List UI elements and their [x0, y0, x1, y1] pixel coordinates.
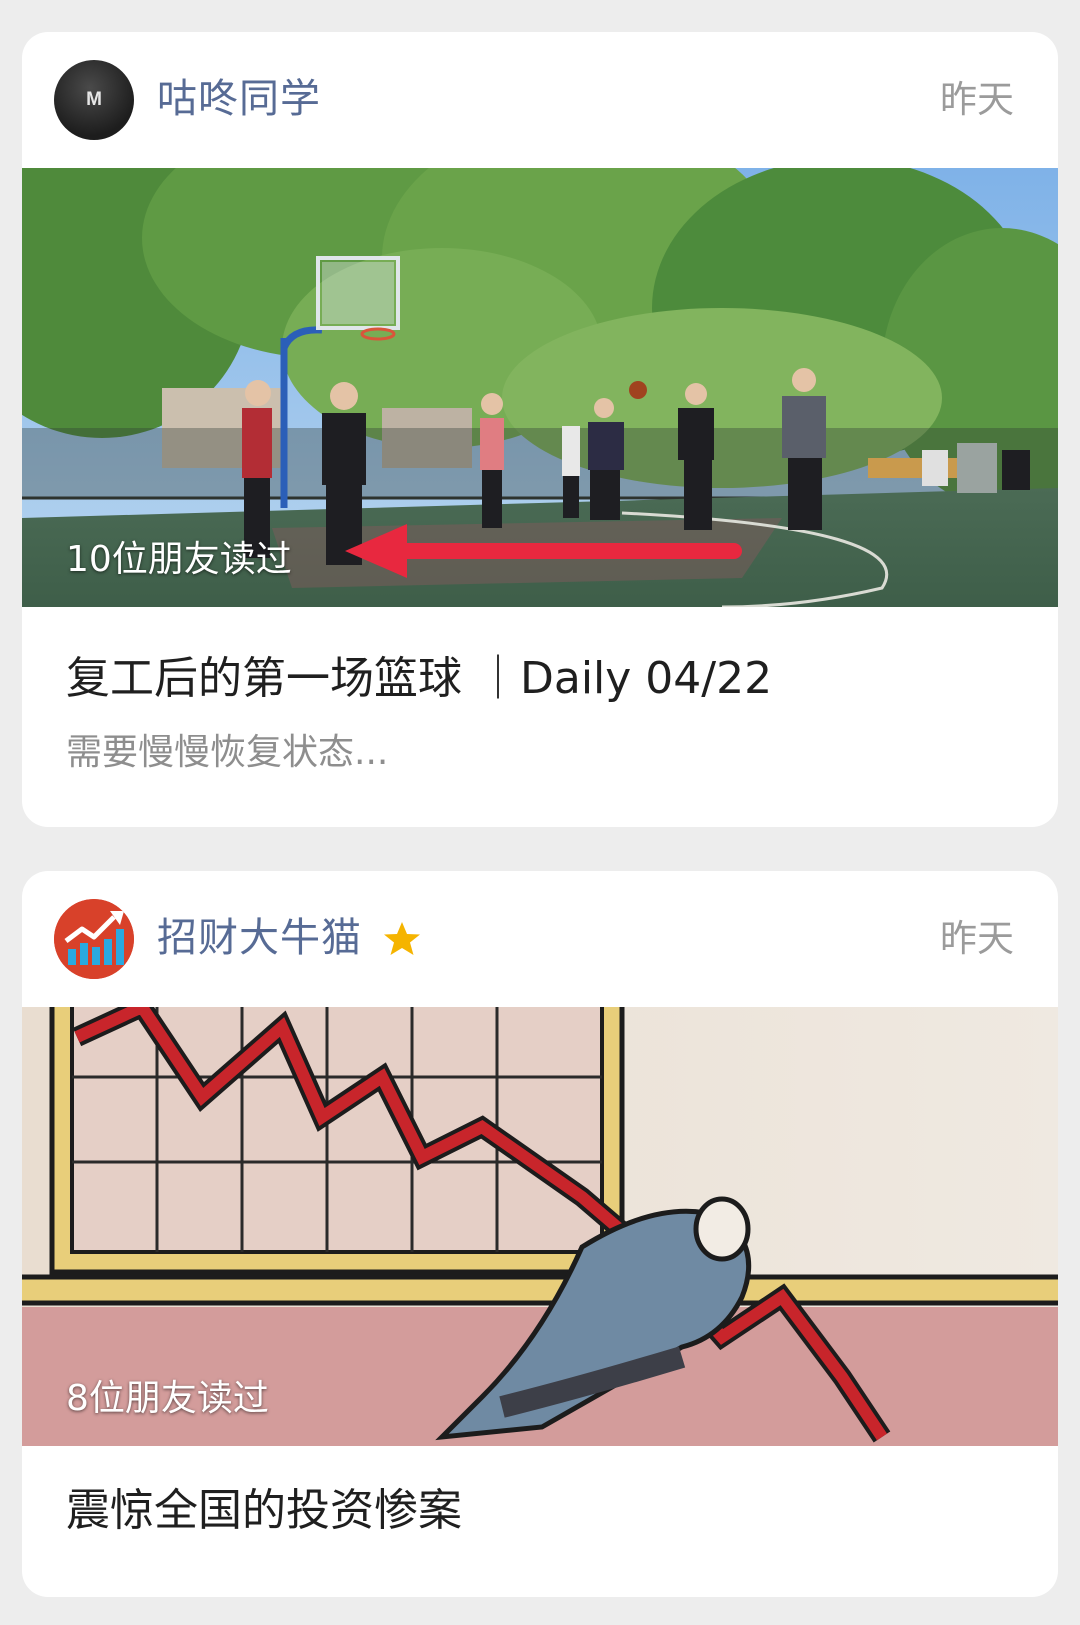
article-title[interactable]: 震惊全国的投资惨案 [66, 1481, 462, 1541]
cover-image[interactable]: 10位朋友读过 [22, 168, 1058, 607]
avatar[interactable] [54, 899, 134, 979]
avatar-letter: M [86, 89, 102, 110]
account-name[interactable]: 咕咚同学 [157, 70, 321, 128]
card-header: M 咕咚同学 昨天 [22, 32, 1058, 168]
friends-read-count: 8位朋友读过 [66, 1378, 269, 1419]
publish-time: 昨天 [940, 917, 1014, 960]
cover-image[interactable]: 8位朋友读过 [22, 1007, 1058, 1446]
rising-chart-icon [54, 899, 134, 979]
article-card[interactable]: M 咕咚同学 昨天 10位朋友读过 复工后的第一场篮球 ｜Daily 04/22… [22, 32, 1058, 827]
account-name[interactable]: 招财大牛猫 [157, 909, 362, 967]
article-digest: 需要慢慢恢复状态... [66, 732, 389, 773]
article-title[interactable]: 复工后的第一场篮球 ｜Daily 04/22 [66, 649, 772, 709]
article-card[interactable]: 招财大牛猫 昨天 8位朋友读过 震惊全国的投资惨案 [22, 871, 1058, 1597]
avatar[interactable]: M [54, 60, 134, 140]
card-header: 招财大牛猫 昨天 [22, 871, 1058, 1007]
friends-read-count: 10位朋友读过 [66, 539, 292, 580]
publish-time: 昨天 [940, 78, 1014, 121]
article-feed: M 咕咚同学 昨天 10位朋友读过 复工后的第一场篮球 ｜Daily 04/22… [0, 0, 1080, 1625]
star-icon [384, 922, 420, 955]
